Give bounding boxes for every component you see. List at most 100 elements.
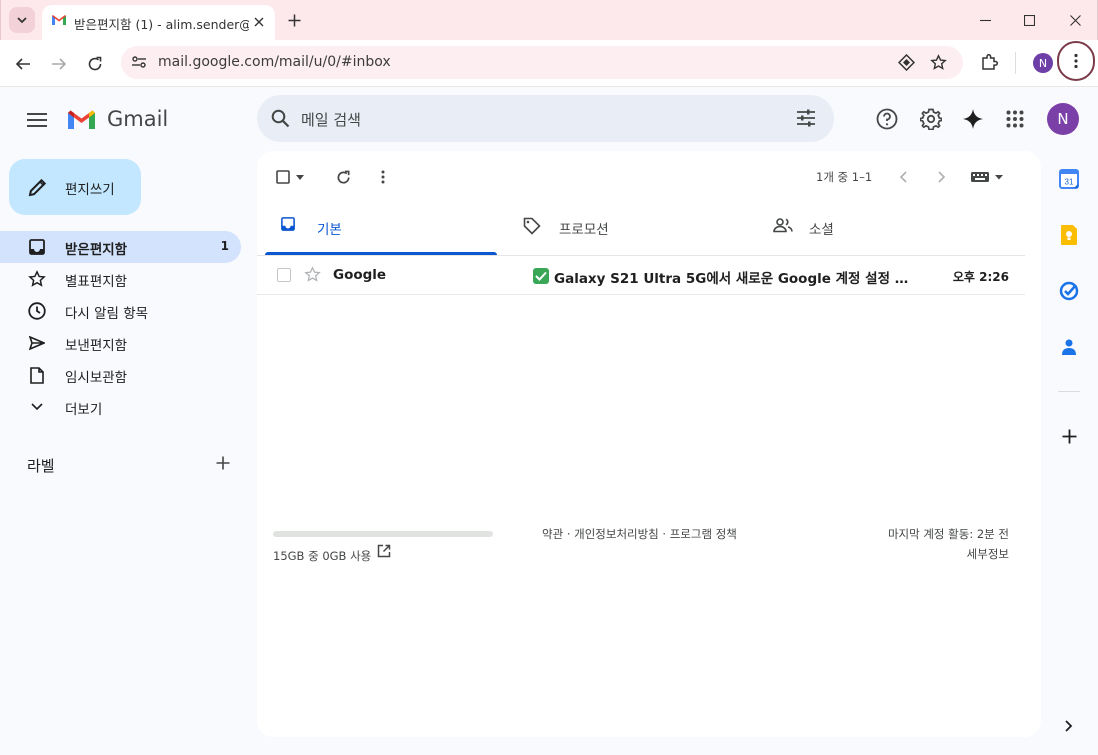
email-row[interactable]: Google Galaxy S21 Ultra 5G에서 새로운 Google … [257, 256, 1025, 295]
site-settings-icon[interactable] [131, 54, 147, 70]
tab-label: 프로모션 [559, 222, 609, 238]
apps-grid-icon[interactable] [1002, 106, 1028, 132]
minimize-icon[interactable] [963, 5, 1007, 35]
tab-title: 받은편지함 (1) - alim.sender@ [74, 17, 249, 32]
unread-count: 1 [220, 239, 229, 253]
mail-search-bar[interactable]: 메일 검색 [257, 95, 834, 142]
nav-item-label: 다시 알림 항목 [65, 306, 149, 322]
select-all-checkbox[interactable] [271, 165, 295, 189]
email-sender: Google [333, 267, 387, 283]
check-mark-icon [533, 268, 549, 284]
star-icon [27, 270, 47, 288]
contacts-icon[interactable] [1057, 335, 1081, 359]
clock-icon [27, 302, 47, 320]
browser-tab-gmail[interactable]: 받은편지함 (1) - alim.sender@ [42, 5, 275, 40]
row-checkbox[interactable] [277, 268, 291, 282]
chevron-down-icon [27, 398, 47, 416]
labels-heading: 라벨 [27, 457, 55, 475]
nav-item-label: 보낸편지함 [65, 338, 128, 354]
back-arrow-icon[interactable] [9, 50, 37, 78]
browser-toolbar: mail.google.com/mail/u/0/#inbox N [0, 40, 1098, 87]
tab-primary[interactable]: 기본 [265, 203, 497, 255]
new-tab-plus-icon[interactable] [283, 9, 305, 31]
account-avatar[interactable]: N [1047, 103, 1079, 135]
browser-profile-avatar[interactable]: N [1033, 53, 1053, 73]
next-page-icon[interactable] [930, 165, 954, 189]
more-vert-icon [1074, 53, 1078, 69]
tab-label: 기본 [317, 222, 342, 238]
maximize-icon[interactable] [1007, 5, 1051, 35]
reload-icon[interactable] [81, 50, 109, 78]
gmail-wordmark: Gmail [107, 107, 169, 131]
tab-search-button[interactable] [9, 7, 35, 33]
keep-icon[interactable] [1057, 223, 1081, 247]
tab-promotions[interactable]: 프로모션 [515, 203, 747, 255]
draft-icon [27, 366, 47, 384]
nav-item-more[interactable]: 더보기 [0, 391, 241, 423]
send-icon [27, 334, 47, 352]
add-label-plus-icon[interactable] [212, 452, 234, 474]
storage-usage-text: 15GB 중 0GB 사용 [273, 549, 372, 563]
compose-button[interactable]: 편지쓰기 [9, 159, 141, 215]
chevron-down-icon [17, 17, 27, 24]
inbox-icon [27, 238, 47, 256]
bookmark-star-icon[interactable] [930, 54, 947, 71]
pencil-icon [28, 177, 48, 197]
browser-menu-button[interactable] [1057, 41, 1095, 81]
input-tools-keyboard-icon[interactable] [968, 165, 1008, 189]
toolbar-divider [1015, 52, 1016, 74]
row-star-icon[interactable] [304, 266, 321, 283]
inbox-tab-icon [281, 217, 295, 231]
gmail-favicon-icon [51, 14, 67, 26]
gmail-logo-icon[interactable] [66, 108, 97, 131]
forward-arrow-icon[interactable] [45, 50, 73, 78]
email-subject: Galaxy S21 Ultra 5G에서 새로운 Google 계정 설정 마… [554, 271, 910, 287]
tasks-icon[interactable] [1057, 279, 1081, 303]
extensions-puzzle-icon[interactable] [980, 53, 999, 72]
footer-policy-links[interactable]: 약관 · 개인정보처리방침 · 프로그램 정책 [542, 526, 737, 542]
calendar-icon[interactable]: 31 [1057, 167, 1081, 191]
prev-page-icon[interactable] [891, 165, 915, 189]
tab-close-icon[interactable] [250, 13, 268, 31]
nav-item-starred[interactable]: 별표편지함 [0, 263, 241, 295]
storage-usage-bar [273, 531, 493, 537]
get-addons-plus-icon[interactable] [1057, 424, 1081, 448]
search-icon[interactable] [271, 109, 290, 128]
side-panel-divider [1058, 391, 1080, 392]
browser-tab-strip: 받은편지함 (1) - alim.sender@ [0, 0, 1098, 40]
more-vert-icon[interactable] [371, 165, 395, 189]
tag-icon [523, 217, 541, 235]
nav-item-inbox[interactable]: 받은편지함 1 [0, 231, 241, 263]
refresh-icon[interactable] [331, 165, 355, 189]
nav-item-label: 더보기 [65, 402, 103, 418]
open-in-new-icon[interactable] [377, 544, 391, 558]
people-icon [773, 217, 793, 233]
window-close-icon[interactable] [1053, 5, 1097, 35]
nav-item-label: 별표편지함 [65, 274, 128, 290]
pagination-text: 1개 중 1–1 [816, 170, 873, 184]
gemini-sparkle-icon[interactable] [960, 106, 986, 132]
email-time: 오후 2:26 [952, 270, 1009, 284]
main-menu-icon[interactable] [24, 107, 50, 133]
url-text: mail.google.com/mail/u/0/#inbox [158, 54, 391, 70]
address-bar[interactable]: mail.google.com/mail/u/0/#inbox [121, 46, 963, 79]
compose-label: 편지쓰기 [65, 182, 115, 198]
activity-details-link[interactable]: 세부정보 [967, 546, 1009, 562]
nav-item-sent[interactable]: 보낸편지함 [0, 327, 241, 359]
show-side-panel-chevron-icon[interactable] [1057, 714, 1081, 738]
nav-item-label: 받은편지함 [65, 242, 128, 258]
search-input[interactable]: 메일 검색 [301, 109, 361, 130]
nav-item-drafts[interactable]: 임시보관함 [0, 359, 241, 391]
last-account-activity: 마지막 계정 활동: 2분 전 [887, 527, 1009, 541]
mail-list-panel: 1개 중 1–1 기본 프로모션 소셜 Google Galaxy S21 Ul… [257, 151, 1041, 737]
tab-label: 소셜 [809, 222, 834, 238]
select-dropdown-icon[interactable] [293, 165, 307, 189]
tab-social[interactable]: 소셜 [765, 203, 997, 255]
svg-text:31: 31 [1065, 178, 1074, 187]
nav-item-snoozed[interactable]: 다시 알림 항목 [0, 295, 241, 327]
settings-gear-icon[interactable] [918, 106, 944, 132]
nav-item-label: 임시보관함 [65, 370, 128, 386]
lens-icon[interactable] [898, 54, 915, 71]
search-options-icon[interactable] [796, 109, 816, 127]
help-icon[interactable] [874, 106, 900, 132]
